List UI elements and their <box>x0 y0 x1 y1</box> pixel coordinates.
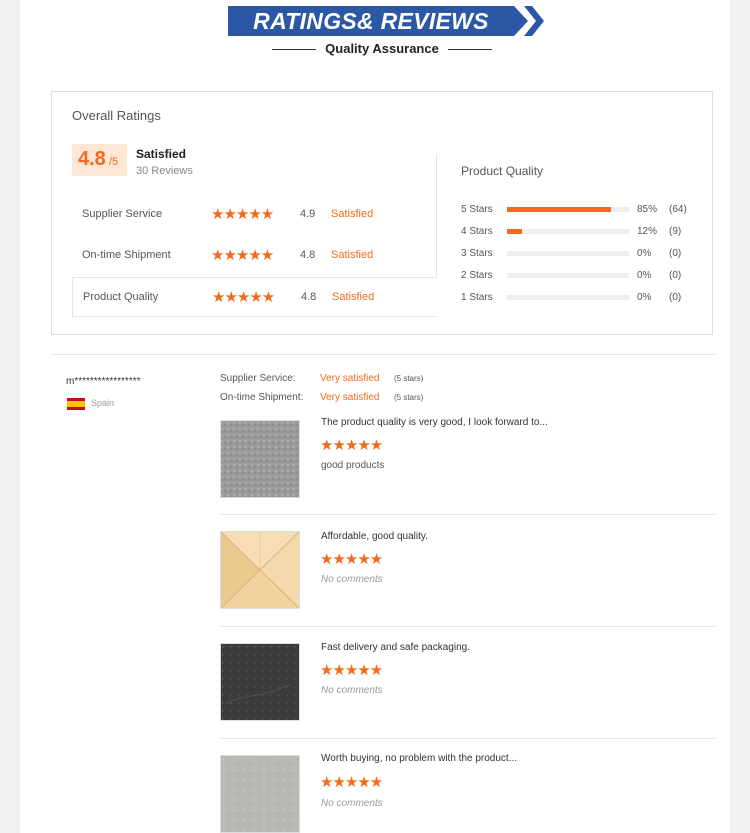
dimension-name: On-time Shipment <box>82 249 171 261</box>
bar-count: (9) <box>669 226 682 237</box>
overall-score: 4.8 <box>78 148 106 170</box>
review-text: Worth buying, no problem with the produc… <box>321 753 518 764</box>
meta-stars: (5 stars) <box>394 393 424 402</box>
bar-percent: 12% <box>637 226 658 237</box>
star-distribution-row: 4 Stars 12% (9) <box>461 225 706 239</box>
bar-track <box>507 229 629 234</box>
score-badge: 4.8 /5 <box>72 144 127 176</box>
review-item: Affordable, good quality. ★★★★★ No comme… <box>220 529 716 627</box>
star-distribution-row: 3 Stars 0% (0) <box>461 247 706 261</box>
reviewer-country: Spain <box>91 398 115 408</box>
star-rating-icon: ★★★★★ <box>211 206 274 223</box>
light-stone-tile-icon <box>221 756 299 832</box>
review-comment: good products <box>321 460 385 471</box>
meta-label: On-time Shipment: <box>220 392 304 403</box>
dimension-name: Product Quality <box>83 291 159 303</box>
bar-label: 1 Stars <box>461 292 493 303</box>
dimension-row-product-quality[interactable]: Product Quality ★★★★★ 4.8 Satisfied <box>72 277 437 317</box>
star-distribution-row: 1 Stars 0% (0) <box>461 291 706 305</box>
bar-percent: 85% <box>637 204 658 215</box>
review-text: Affordable, good quality. <box>321 531 428 542</box>
bar-track <box>507 273 629 278</box>
star-rating-icon: ★★★★★ <box>320 437 383 454</box>
dimension-score: 4.8 <box>301 291 317 303</box>
reviews-page: RATINGS& REVIEWS Quality Assurance Overa… <box>20 0 730 833</box>
dimension-status: Satisfied <box>331 208 374 220</box>
bar-percent: 0% <box>637 270 652 281</box>
product-thumbnail[interactable] <box>220 755 300 833</box>
star-distribution-row: 2 Stars 0% (0) <box>461 269 706 283</box>
overall-status: Satisfied <box>136 147 187 161</box>
star-rating-icon: ★★★★★ <box>212 289 275 306</box>
dark-stone-tile-icon <box>221 644 299 720</box>
panel-divider <box>436 154 437 278</box>
chevron-right-icon <box>524 6 544 36</box>
score-max: /5 <box>109 156 119 168</box>
ratings-banner: RATINGS& REVIEWS <box>228 2 544 38</box>
review-text: Fast delivery and safe packaging. <box>321 642 470 653</box>
review-item: Fast delivery and safe packaging. ★★★★★ … <box>220 640 716 739</box>
bar-percent: 0% <box>637 292 652 303</box>
product-thumbnail[interactable] <box>220 420 300 498</box>
star-distribution-row: 5 Stars 85% (64) <box>461 203 706 217</box>
bar-track <box>507 207 629 212</box>
star-rating-icon: ★★★★★ <box>320 662 383 679</box>
bar-count: (0) <box>669 270 682 281</box>
bar-fill <box>507 229 522 234</box>
review-text: The product quality is very good, I look… <box>321 417 548 428</box>
review-comment: No comments <box>321 685 383 696</box>
banner-subtitle: Quality Assurance <box>270 41 494 57</box>
wood-parquet-tile-icon <box>221 532 299 608</box>
bar-count: (64) <box>669 204 687 215</box>
review-count: 30 Reviews <box>136 165 193 177</box>
star-rating-icon: ★★★★★ <box>320 551 383 568</box>
meta-stars: (5 stars) <box>394 374 424 383</box>
meta-label: Supplier Service: <box>220 373 296 384</box>
grey-stone-tile-icon <box>221 421 299 497</box>
bar-count: (0) <box>669 292 682 303</box>
bar-fill <box>507 207 611 212</box>
bar-track <box>507 295 629 300</box>
bar-label: 5 Stars <box>461 204 493 215</box>
banner-title: RATINGS& REVIEWS <box>228 6 528 36</box>
review-comment: No comments <box>321 798 383 809</box>
overall-ratings-panel: Overall Ratings 4.8 /5 Satisfied 30 Revi… <box>51 91 713 335</box>
bar-percent: 0% <box>637 248 652 259</box>
product-thumbnail[interactable] <box>220 643 300 721</box>
dimension-status: Satisfied <box>331 249 374 261</box>
meta-value: Very satisfied <box>320 373 380 384</box>
reviewer-name: m***************** <box>66 376 141 387</box>
star-rating-icon: ★★★★★ <box>320 774 383 791</box>
bar-label: 3 Stars <box>461 248 493 259</box>
product-quality-title: Product Quality <box>461 164 544 178</box>
dimension-score: 4.8 <box>300 249 316 261</box>
section-divider <box>51 354 716 355</box>
dimension-row-supplier-service[interactable]: Supplier Service ★★★★★ 4.9 Satisfied <box>72 195 437 235</box>
bar-label: 2 Stars <box>461 270 493 281</box>
dimension-row-on-time-shipment[interactable]: On-time Shipment ★★★★★ 4.8 Satisfied <box>72 236 437 276</box>
bar-label: 4 Stars <box>461 226 493 237</box>
dimension-score: 4.9 <box>300 208 316 220</box>
dimension-status: Satisfied <box>332 291 375 303</box>
review-item: The product quality is very good, I look… <box>220 417 716 515</box>
review-item: Worth buying, no problem with the produc… <box>220 753 716 833</box>
product-thumbnail[interactable] <box>220 531 300 609</box>
overall-ratings-label: Overall Ratings <box>72 108 161 123</box>
bar-track <box>507 251 629 256</box>
spain-flag-icon <box>67 398 85 410</box>
review-comment: No comments <box>321 574 383 585</box>
bar-count: (0) <box>669 248 682 259</box>
star-rating-icon: ★★★★★ <box>211 247 274 264</box>
dimension-name: Supplier Service <box>82 208 163 220</box>
meta-value: Very satisfied <box>320 392 380 403</box>
